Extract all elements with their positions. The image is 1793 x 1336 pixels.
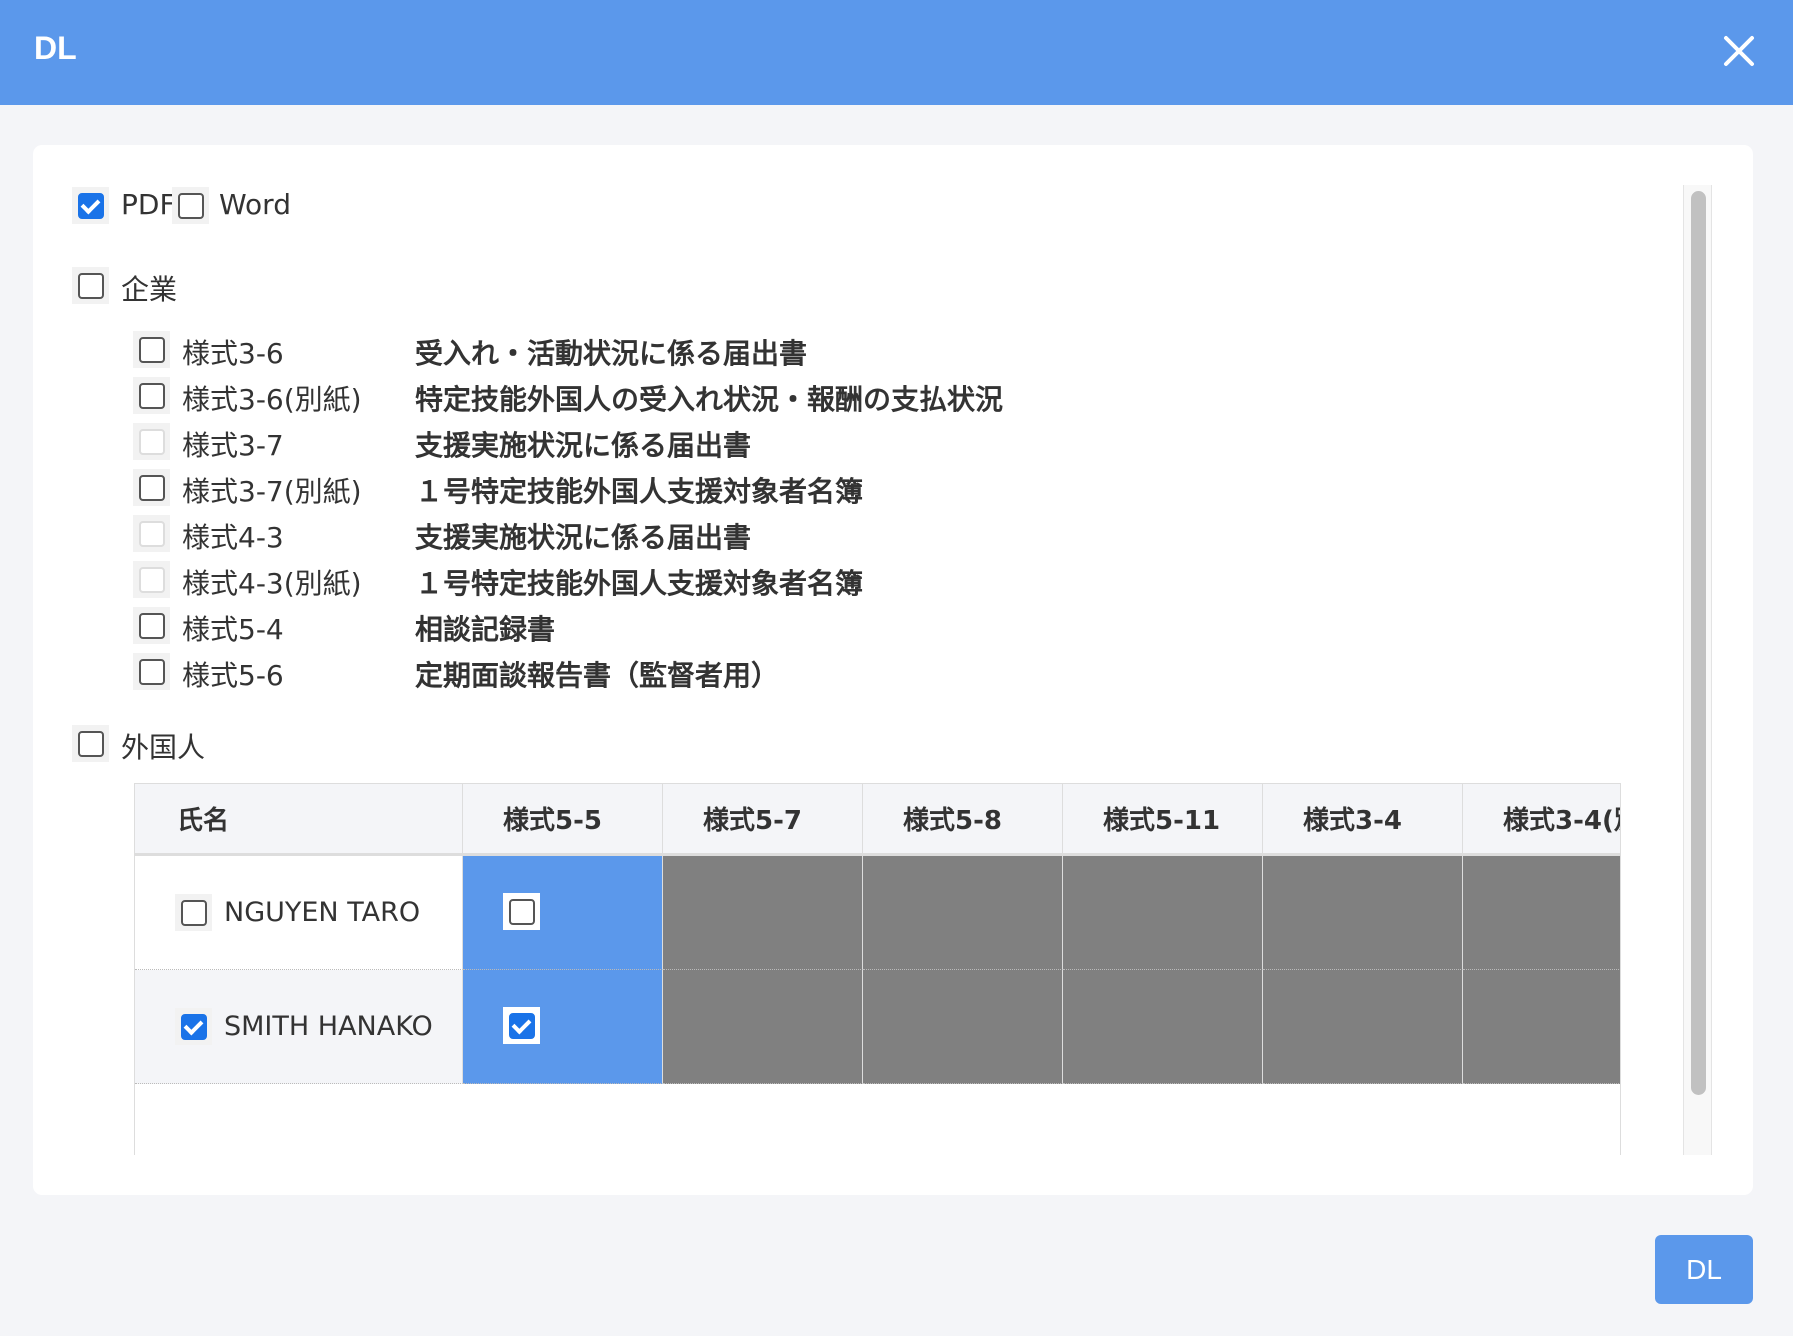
form-description: 支援実施状況に係る届出書 bbox=[415, 429, 752, 462]
foreigner-table: 氏名様式5-5様式5-7様式5-8様式5-11様式3-4様式3-4(別紙) NG… bbox=[134, 783, 1621, 1155]
dialog-title: DL bbox=[34, 30, 77, 66]
person-name: SMITH HANAKO bbox=[224, 1011, 433, 1042]
form-description: １号特定技能外国人支援対象者名簿 bbox=[415, 475, 864, 508]
column-header: 様式5-7 bbox=[663, 784, 863, 856]
options-panel: PDF Word 企業 様式3-6 受入れ・活動状況に係る届出書 様式3-6(別… bbox=[33, 145, 1753, 1195]
form-description: 相談記録書 bbox=[415, 613, 556, 646]
person-name: NGUYEN TARO bbox=[224, 897, 421, 928]
disabled-cell bbox=[663, 970, 863, 1084]
table-row: SMITH HANAKO bbox=[135, 970, 463, 1084]
form-description: 特定技能外国人の受入れ状況・報酬の支払状況 bbox=[415, 383, 1004, 416]
column-header: 様式5-11 bbox=[1063, 784, 1263, 856]
disabled-cell bbox=[1063, 856, 1263, 970]
form-description: １号特定技能外国人支援対象者名簿 bbox=[415, 567, 864, 600]
column-header: 様式5-8 bbox=[863, 784, 1063, 856]
form-checkbox[interactable] bbox=[133, 331, 170, 368]
form55-checkbox[interactable] bbox=[503, 893, 540, 930]
form-checkbox[interactable] bbox=[133, 653, 170, 690]
disabled-cell bbox=[1063, 970, 1263, 1084]
company-checkbox[interactable] bbox=[72, 267, 109, 304]
foreigner-checkbox[interactable] bbox=[72, 725, 109, 762]
word-checkbox[interactable] bbox=[172, 187, 209, 224]
form-code: 様式4-3(別紙) bbox=[182, 567, 362, 600]
column-header: 様式3-4 bbox=[1263, 784, 1463, 856]
column-header: 様式5-5 bbox=[463, 784, 663, 856]
disabled-cell bbox=[1463, 970, 1620, 1084]
disabled-cell bbox=[1463, 856, 1620, 970]
form-code: 様式3-7(別紙) bbox=[182, 475, 362, 508]
form-checkbox[interactable] bbox=[133, 423, 170, 460]
form-description: 受入れ・活動状況に係る届出書 bbox=[415, 337, 808, 370]
close-icon[interactable] bbox=[1718, 30, 1760, 72]
disabled-cell bbox=[863, 856, 1063, 970]
dialog-header: DL bbox=[0, 0, 1793, 105]
disabled-cell bbox=[863, 970, 1063, 1084]
disabled-cell bbox=[663, 856, 863, 970]
pdf-checkbox[interactable] bbox=[72, 187, 109, 224]
column-header: 様式3-4(別紙) bbox=[1463, 784, 1620, 856]
form-code: 様式3-6(別紙) bbox=[182, 383, 362, 416]
form55-checkbox[interactable] bbox=[503, 1007, 540, 1044]
form-code: 様式5-6 bbox=[182, 659, 284, 692]
form-code: 様式3-7 bbox=[182, 429, 284, 462]
word-label: Word bbox=[219, 188, 291, 221]
form-description: 定期面談報告書（監督者用） bbox=[415, 659, 780, 692]
disabled-cell bbox=[1263, 856, 1463, 970]
form-code: 様式4-3 bbox=[182, 521, 284, 554]
scrollbar-thumb[interactable] bbox=[1691, 191, 1706, 1095]
form55-cell bbox=[463, 970, 663, 1084]
form-checkbox[interactable] bbox=[133, 377, 170, 414]
form-description: 支援実施状況に係る届出書 bbox=[415, 521, 752, 554]
form-checkbox[interactable] bbox=[133, 607, 170, 644]
table-row: NGUYEN TARO bbox=[135, 856, 463, 970]
form55-cell bbox=[463, 856, 663, 970]
form-checkbox[interactable] bbox=[133, 515, 170, 552]
disabled-cell bbox=[1263, 970, 1463, 1084]
form-code: 様式5-4 bbox=[182, 613, 284, 646]
form-checkbox[interactable] bbox=[133, 469, 170, 506]
company-label: 企業 bbox=[121, 273, 178, 306]
form-checkbox[interactable] bbox=[133, 561, 170, 598]
row-checkbox[interactable] bbox=[175, 894, 212, 931]
form-code: 様式3-6 bbox=[182, 337, 284, 370]
foreigner-label: 外国人 bbox=[121, 731, 206, 764]
dl-button[interactable]: DL bbox=[1655, 1235, 1753, 1304]
pdf-label: PDF bbox=[121, 188, 176, 221]
row-checkbox[interactable] bbox=[175, 1008, 212, 1045]
scrollbar[interactable] bbox=[1683, 185, 1712, 1155]
column-header: 氏名 bbox=[135, 784, 463, 856]
